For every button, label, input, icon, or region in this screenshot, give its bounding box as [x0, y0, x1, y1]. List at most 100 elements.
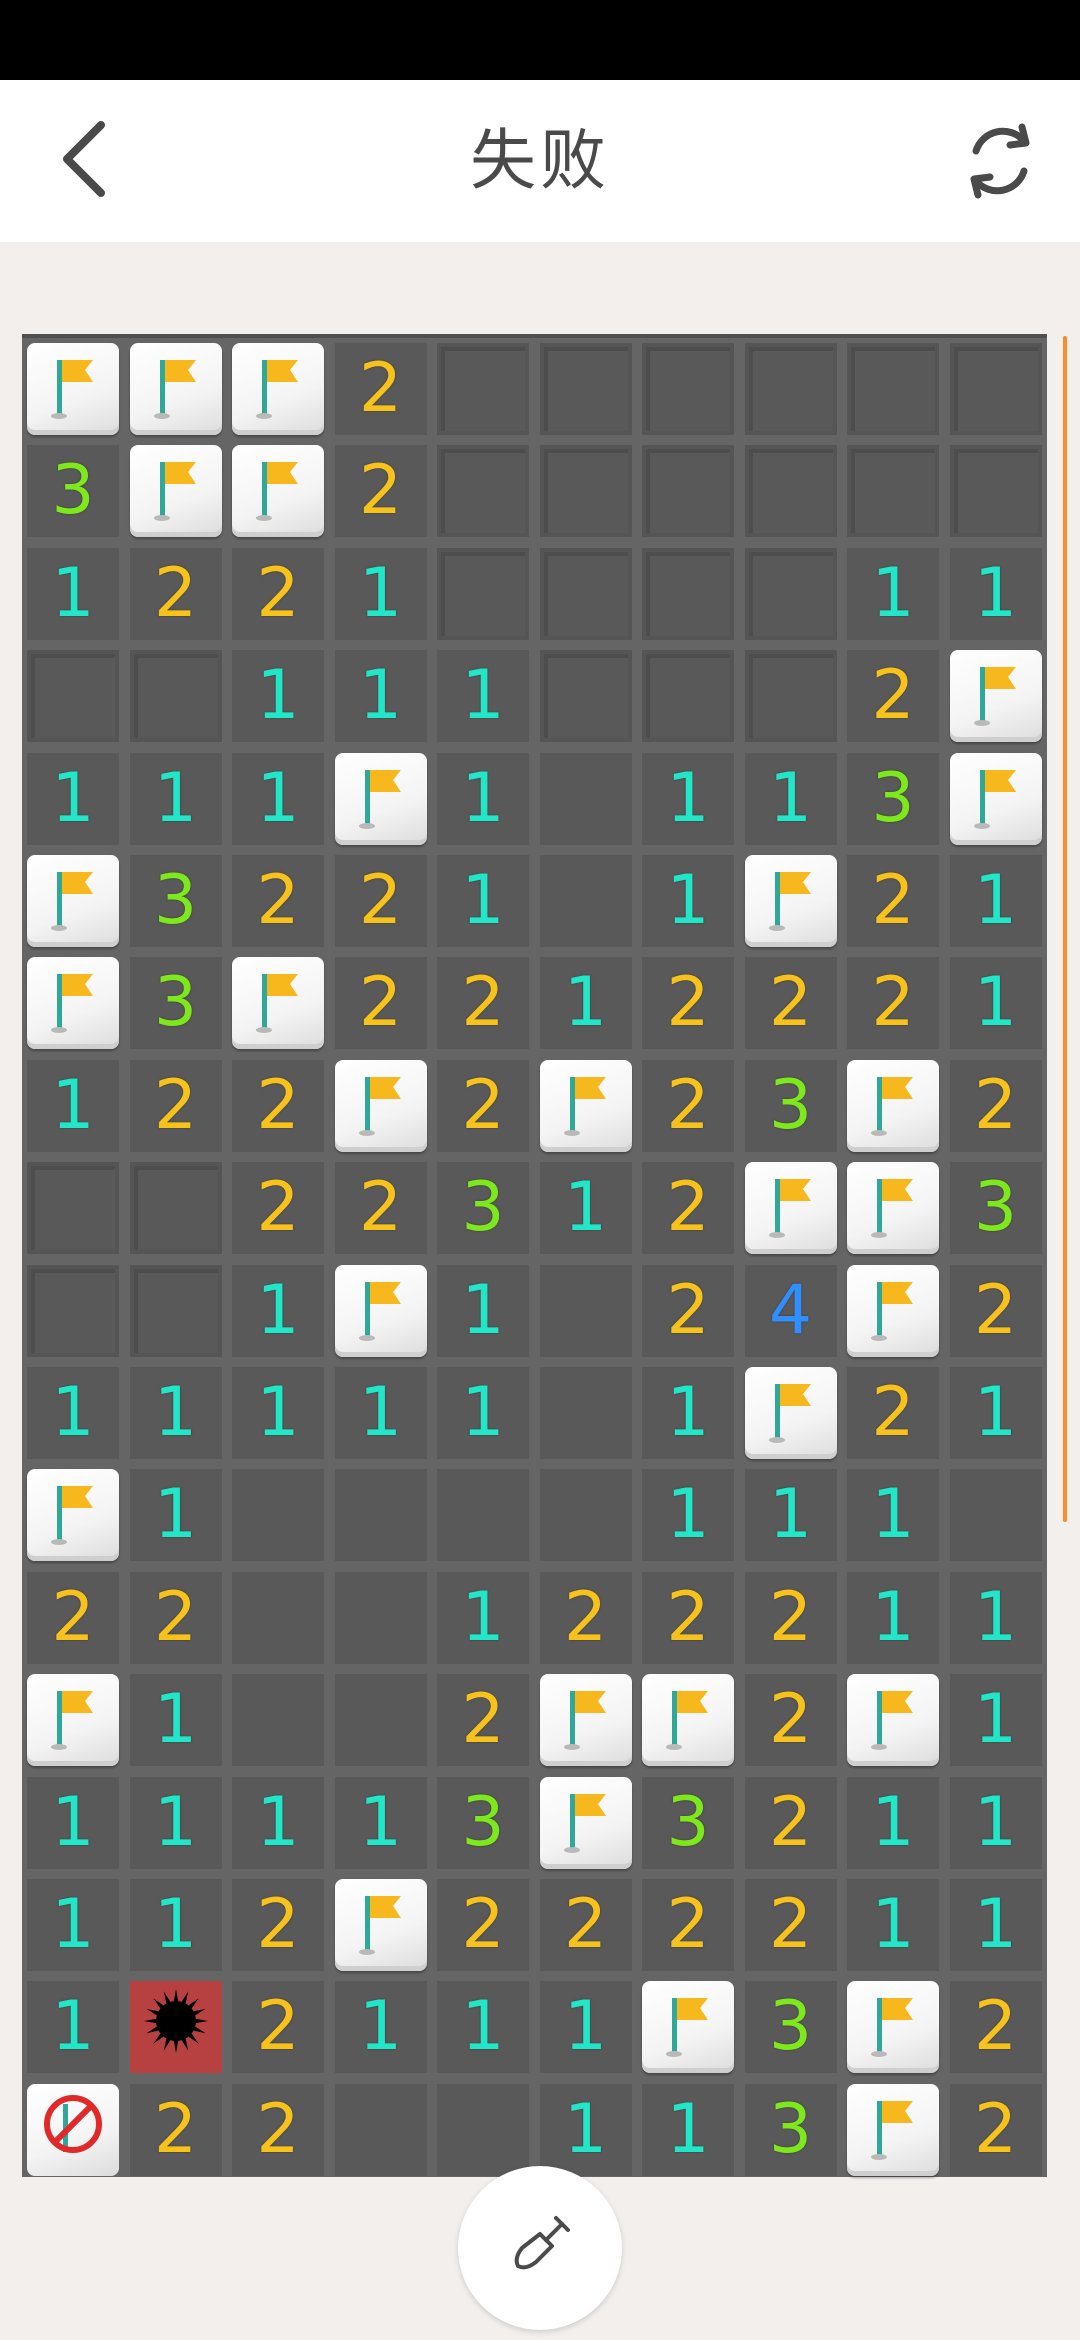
- empty-cell-r12-c10: [949, 1469, 1042, 1562]
- covered-cell-r3-c8[interactable]: [744, 547, 837, 640]
- flagged-cell-r18-c9[interactable]: [847, 2083, 939, 2176]
- flagged-cell-r10-c9[interactable]: [847, 1264, 939, 1357]
- number-cell-r13-c7: 2: [642, 1571, 734, 1664]
- number-cell-r8-c8: 3: [744, 1059, 837, 1152]
- dig-mode-button[interactable]: [458, 2166, 622, 2330]
- cell-number: 2: [153, 553, 198, 633]
- flagged-cell-r1-c3[interactable]: [232, 343, 324, 435]
- number-cell-r11-c10: 1: [949, 1367, 1042, 1459]
- flag-icon: [759, 1370, 823, 1456]
- covered-cell-r2-c9[interactable]: [847, 445, 939, 538]
- number-cell-r9-c10: 3: [949, 1162, 1042, 1255]
- cell-number: 2: [153, 2089, 198, 2169]
- cell-number: 4: [768, 1270, 813, 1350]
- cell-number: 2: [768, 1577, 813, 1657]
- covered-cell-r2-c6[interactable]: [539, 445, 632, 538]
- covered-cell-r10-c1[interactable]: [27, 1264, 119, 1357]
- number-cell-r5-c8: 1: [744, 752, 837, 845]
- number-cell-r7-c5: 2: [437, 957, 529, 1050]
- number-cell-r3-c10: 1: [949, 547, 1042, 640]
- cell-number: 1: [666, 758, 710, 838]
- cell-number: 1: [256, 656, 300, 736]
- restart-button[interactable]: [950, 118, 1050, 208]
- cell-number: 1: [461, 1987, 505, 2067]
- number-cell-r17-c1: 1: [27, 1981, 119, 2074]
- number-cell-r16-c9: 1: [847, 1879, 939, 1971]
- cell-number: 2: [973, 1987, 1018, 2067]
- flagged-cell-r14-c6[interactable]: [539, 1674, 632, 1767]
- flagged-cell-r9-c9[interactable]: [847, 1162, 939, 1255]
- covered-cell-r2-c10[interactable]: [949, 445, 1042, 538]
- number-cell-r8-c3: 2: [232, 1059, 324, 1152]
- number-cell-r18-c8: 3: [744, 2083, 837, 2176]
- flagged-cell-r8-c9[interactable]: [847, 1059, 939, 1152]
- flagged-cell-r1-c2[interactable]: [129, 343, 222, 435]
- covered-cell-r4-c1[interactable]: [27, 650, 119, 743]
- number-cell-r1-c4: 2: [334, 343, 427, 435]
- covered-cell-r4-c2[interactable]: [129, 650, 222, 743]
- flagged-cell-r4-c10[interactable]: [949, 650, 1042, 743]
- covered-cell-r9-c2[interactable]: [129, 1162, 222, 1255]
- cell-number: 1: [153, 1885, 198, 1964]
- covered-cell-r4-c8[interactable]: [744, 650, 837, 743]
- flagged-cell-r17-c9[interactable]: [847, 1981, 939, 2074]
- mine-icon: [138, 1983, 214, 2071]
- flagged-cell-r6-c8[interactable]: [744, 855, 837, 947]
- flagged-cell-r12-c1[interactable]: [27, 1469, 119, 1562]
- flagged-cell-r2-c3[interactable]: [232, 445, 324, 538]
- covered-cell-r1-c8[interactable]: [744, 343, 837, 435]
- number-cell-r10-c3: 1: [232, 1264, 324, 1357]
- covered-cell-r4-c6[interactable]: [539, 650, 632, 743]
- covered-cell-r3-c6[interactable]: [539, 547, 632, 640]
- flagged-cell-r8-c4[interactable]: [334, 1059, 427, 1152]
- number-cell-r7-c9: 2: [847, 957, 939, 1050]
- flagged-cell-r2-c2[interactable]: [129, 445, 222, 538]
- number-cell-r14-c8: 2: [744, 1674, 837, 1767]
- number-cell-r8-c7: 2: [642, 1059, 734, 1152]
- covered-cell-r10-c2[interactable]: [129, 1264, 222, 1357]
- cell-number: 2: [153, 1065, 198, 1145]
- flagged-cell-r8-c6[interactable]: [539, 1059, 632, 1152]
- flagged-cell-r14-c7[interactable]: [642, 1674, 734, 1767]
- covered-cell-r1-c7[interactable]: [642, 343, 734, 435]
- number-cell-r5-c1: 1: [27, 752, 119, 845]
- number-cell-r13-c10: 1: [949, 1571, 1042, 1664]
- flagged-cell-r15-c6[interactable]: [539, 1776, 632, 1869]
- cell-number: 1: [973, 1577, 1018, 1657]
- covered-cell-r2-c8[interactable]: [744, 445, 837, 538]
- flagged-cell-r9-c8[interactable]: [744, 1162, 837, 1255]
- number-cell-r2-c1: 3: [27, 445, 119, 538]
- covered-cell-r2-c5[interactable]: [437, 445, 529, 538]
- covered-cell-r3-c7[interactable]: [642, 547, 734, 640]
- cell-number: 3: [461, 1782, 505, 1862]
- flagged-cell-r14-c1[interactable]: [27, 1674, 119, 1767]
- flagged-cell-r7-c1[interactable]: [27, 957, 119, 1050]
- number-cell-r11-c2: 1: [129, 1367, 222, 1459]
- covered-cell-r2-c7[interactable]: [642, 445, 734, 538]
- cell-number: 1: [51, 1065, 95, 1145]
- cell-number: 1: [973, 1885, 1018, 1964]
- cell-number: 2: [871, 963, 915, 1043]
- number-cell-r9-c4: 2: [334, 1162, 427, 1255]
- flagged-cell-r17-c7[interactable]: [642, 1981, 734, 2074]
- flagged-cell-r5-c4[interactable]: [334, 752, 427, 845]
- flagged-cell-r6-c1[interactable]: [27, 855, 119, 947]
- covered-cell-r1-c9[interactable]: [847, 343, 939, 435]
- flagged-cell-r10-c4[interactable]: [334, 1264, 427, 1357]
- flagged-cell-r11-c8[interactable]: [744, 1367, 837, 1459]
- flagged-cell-r1-c1[interactable]: [27, 343, 119, 435]
- covered-cell-r1-c10[interactable]: [949, 343, 1042, 435]
- covered-cell-r1-c6[interactable]: [539, 343, 632, 435]
- cell-number: 1: [461, 758, 505, 838]
- cell-number: 1: [973, 553, 1018, 633]
- covered-cell-r9-c1[interactable]: [27, 1162, 119, 1255]
- number-cell-r13-c5: 1: [437, 1571, 529, 1664]
- flagged-cell-r7-c3[interactable]: [232, 957, 324, 1050]
- covered-cell-r1-c5[interactable]: [437, 343, 529, 435]
- covered-cell-r3-c5[interactable]: [437, 547, 529, 640]
- flagged-cell-r5-c10[interactable]: [949, 752, 1042, 845]
- flagged-cell-r14-c9[interactable]: [847, 1674, 939, 1767]
- flag-icon: [41, 960, 105, 1046]
- covered-cell-r4-c7[interactable]: [642, 650, 734, 743]
- flagged-cell-r16-c4[interactable]: [334, 1879, 427, 1971]
